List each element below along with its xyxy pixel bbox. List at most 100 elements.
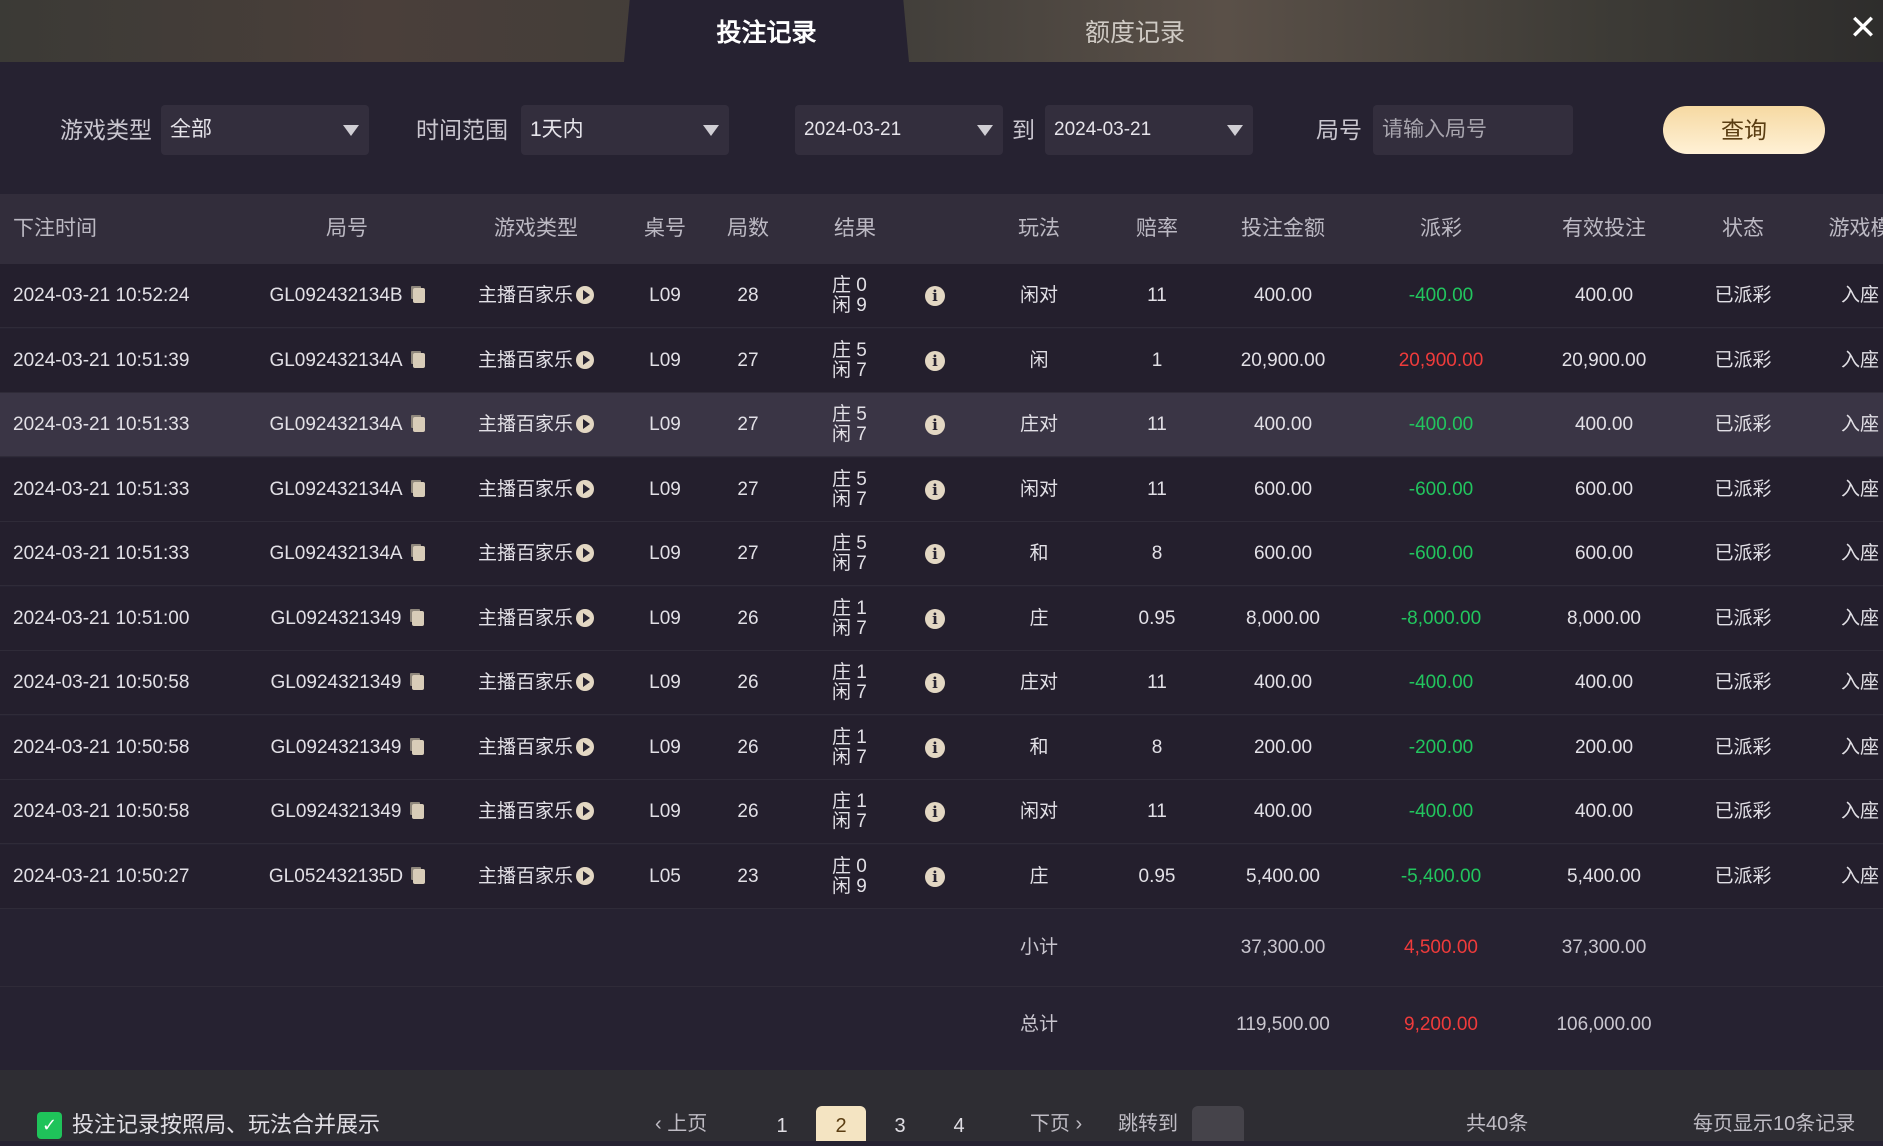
info-icon[interactable]: i (925, 866, 945, 887)
tab-bet-records[interactable]: 投注记录 (624, 0, 909, 62)
column-header: 局号 (326, 217, 368, 240)
info-icon[interactable]: i (925, 544, 945, 564)
game-type-label: 游戏类型 (60, 117, 152, 143)
page-1[interactable]: 1 (757, 1106, 807, 1141)
game-type: 主播百家乐 (477, 736, 573, 758)
copy-icon[interactable] (413, 868, 426, 884)
table-no: L09 (649, 414, 681, 435)
table-row[interactable]: 2024-03-21 10:51:33 GL092432134A 主播百家乐 L… (0, 522, 1883, 586)
table-row[interactable]: 2024-03-21 10:51:00 GL0924321349 主播百家乐 L… (0, 586, 1883, 651)
game-type-select[interactable]: 全部 (161, 105, 369, 155)
bet-type: 庄对 (1019, 414, 1058, 435)
play-icon[interactable] (576, 544, 594, 562)
play-icon[interactable] (576, 350, 594, 369)
game-type: 主播百家乐 (477, 672, 573, 693)
info-icon[interactable]: i (925, 802, 945, 822)
jump-input[interactable] (1192, 1106, 1244, 1141)
bet-type: 闲对 (1019, 478, 1058, 500)
play-icon[interactable] (576, 479, 594, 498)
table-row[interactable]: 2024-03-21 10:50:58 GL0924321349 主播百家乐 L… (0, 651, 1883, 715)
column-header: 桌号 (644, 217, 686, 240)
result: 庄 5闲 7 (820, 469, 890, 510)
prev-page-button[interactable]: ‹ 上页 (655, 1108, 707, 1141)
play-icon[interactable] (576, 608, 594, 627)
copy-icon[interactable] (412, 417, 425, 432)
next-label: 下页 (1030, 1113, 1070, 1135)
column-header: 有效投注 (1562, 217, 1646, 240)
table-row[interactable]: 2024-03-21 10:50:58 GL0924321349 主播百家乐 L… (0, 780, 1883, 844)
copy-icon[interactable] (411, 739, 424, 755)
round-number: 23 (737, 865, 759, 887)
copy-icon[interactable] (411, 804, 424, 819)
info-icon[interactable]: i (925, 350, 945, 371)
table-row[interactable]: 2024-03-21 10:51:39 GL092432134A 主播百家乐 L… (0, 328, 1883, 393)
bet-amount: 20,900.00 (1240, 349, 1326, 371)
next-page-button[interactable]: 下页 › (1030, 1108, 1082, 1141)
bet-type: 闲 (1029, 349, 1049, 371)
column-header: 下注时间 (13, 217, 97, 240)
page-4[interactable]: 4 (934, 1106, 984, 1141)
table-no: L09 (649, 478, 681, 500)
game-type-cell: 主播百家乐 (456, 329, 616, 393)
result: 庄 5闲 7 (820, 340, 890, 381)
odds: 8 (1151, 736, 1163, 758)
result: 庄 1闲 7 (820, 727, 890, 768)
copy-icon[interactable] (412, 352, 425, 368)
copy-icon[interactable] (412, 288, 425, 303)
round-id-cell: GL092432134A (262, 393, 432, 457)
odds: 11 (1147, 478, 1167, 500)
payout: -8,000.00 (1400, 607, 1482, 629)
chevron-down-icon (1227, 125, 1243, 136)
payout: -400.00 (1408, 801, 1474, 822)
page-3[interactable]: 3 (875, 1106, 925, 1141)
round-id: GL092432134B (269, 285, 403, 306)
bet-amount: 600.00 (1253, 478, 1313, 500)
info-icon[interactable]: i (925, 673, 945, 693)
date-to-select[interactable]: 2024-03-21 (1045, 105, 1253, 155)
play-icon[interactable] (576, 673, 594, 691)
copy-icon[interactable] (411, 610, 424, 626)
valid-bet: 5,400.00 (1567, 865, 1641, 887)
status: 已派彩 (1714, 414, 1772, 435)
info-icon[interactable]: i (925, 608, 945, 629)
copy-icon[interactable] (412, 546, 425, 561)
info-icon[interactable]: i (925, 415, 945, 435)
page-2[interactable]: 2 (816, 1106, 866, 1141)
game-type-cell: 主播百家乐 (456, 264, 616, 328)
info-icon[interactable]: i (925, 479, 945, 500)
bet-amount: 400.00 (1253, 285, 1313, 306)
date-to-value: 2024-03-21 (1054, 119, 1152, 140)
round-id: GL092432134A (269, 543, 403, 564)
round-id: GL0924321349 (270, 607, 402, 629)
time-range-select[interactable]: 1天内 (521, 105, 729, 155)
table-row[interactable]: 2024-03-21 10:50:58 GL0924321349 主播百家乐 L… (0, 715, 1883, 780)
info-icon[interactable]: i (925, 737, 945, 758)
round-number: 27 (737, 543, 759, 564)
banker-score: 庄 1 (832, 597, 867, 619)
close-icon[interactable]: ✕ (1843, 8, 1883, 48)
date-from-select[interactable]: 2024-03-21 (795, 105, 1003, 155)
query-button[interactable]: 查询 (1663, 106, 1825, 154)
play-icon[interactable] (576, 286, 594, 304)
round-input[interactable]: 请输入局号 (1373, 105, 1573, 155)
table-row[interactable]: 2024-03-21 10:50:27 GL052432135D 主播百家乐 L… (0, 844, 1883, 909)
valid-bet: 400.00 (1574, 801, 1634, 822)
play-icon[interactable] (576, 802, 594, 820)
table-row[interactable]: 2024-03-21 10:51:33 GL092432134A 主播百家乐 L… (0, 393, 1883, 457)
play-icon[interactable] (576, 737, 594, 756)
result: 庄 1闲 7 (820, 597, 890, 639)
info-icon[interactable]: i (925, 286, 945, 306)
total-payout: 9,200.00 (1404, 1014, 1478, 1035)
table-row[interactable]: 2024-03-21 10:52:24 GL092432134B 主播百家乐 L… (0, 264, 1883, 328)
odds: 1 (1151, 349, 1163, 371)
table-row[interactable]: 2024-03-21 10:51:33 GL092432134A 主播百家乐 L… (0, 457, 1883, 522)
play-icon[interactable] (576, 415, 594, 433)
copy-icon[interactable] (412, 481, 425, 497)
merge-checkbox[interactable]: ✓ (37, 1112, 62, 1139)
play-icon[interactable] (576, 866, 594, 885)
copy-icon[interactable] (411, 675, 424, 690)
payout: -400.00 (1408, 672, 1474, 693)
column-header: 结果 (834, 217, 876, 240)
chevron-down-icon (703, 125, 719, 136)
tab-credit-records[interactable]: 额度记录 (1000, 0, 1270, 62)
